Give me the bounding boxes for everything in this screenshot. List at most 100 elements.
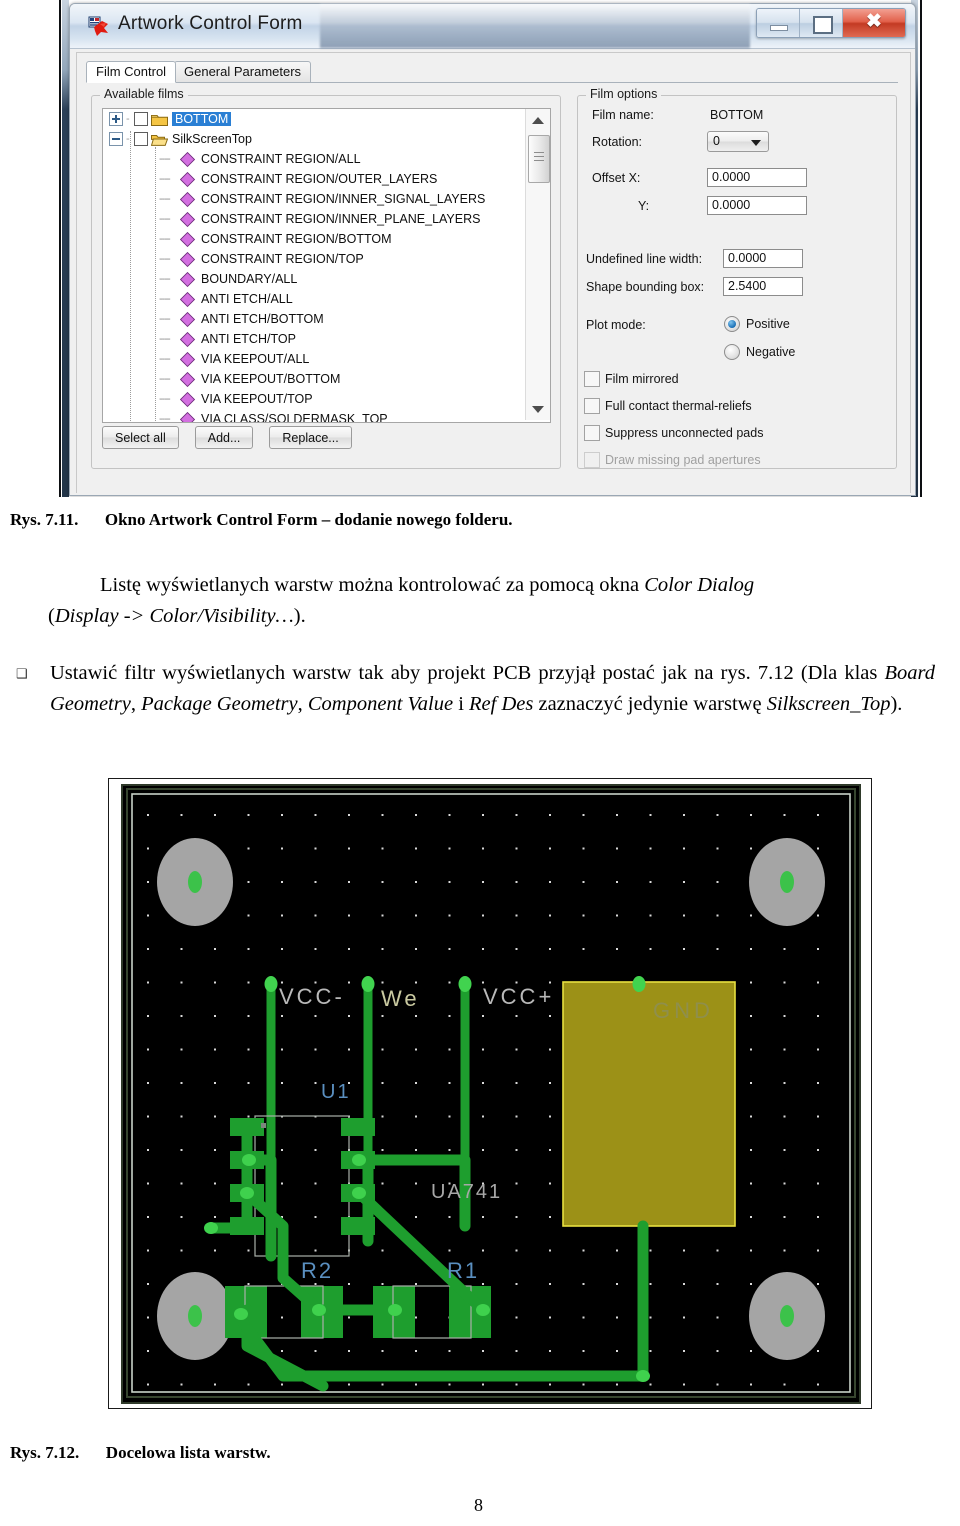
film-options-legend: Film options (586, 87, 662, 101)
tree-vertical-scrollbar[interactable] (525, 109, 550, 420)
tree-leaf[interactable]: ---- CONSTRAINT REGION/BOTTOM (103, 229, 523, 249)
tree-leaf[interactable]: ---- ANTI ETCH/BOTTOM (103, 309, 523, 329)
tree-checkbox[interactable] (134, 132, 148, 146)
diamond-icon (179, 371, 196, 387)
suppress-unconnected-pads-checkbox[interactable] (584, 425, 600, 441)
select-all-button[interactable]: Select all (102, 426, 179, 449)
tab-general-parameters[interactable]: General Parameters (174, 61, 312, 83)
tree-item-label: SilkScreenTop (172, 132, 252, 146)
scroll-up-icon[interactable] (526, 109, 550, 131)
diamond-icon (179, 391, 196, 407)
tree-item-label: CONSTRAINT REGION/ALL (201, 152, 361, 166)
tree-leaf[interactable]: ---- CONSTRAINT REGION/TOP (103, 249, 523, 269)
tree-item-label: VIA KEEPOUT/TOP (201, 392, 313, 406)
tree-leaf[interactable]: ---- CONSTRAINT REGION/OUTER_LAYERS (103, 169, 523, 189)
diamond-icon (179, 271, 196, 287)
maximize-icon (813, 16, 833, 34)
tree-item-label: VIA KEEPOUT/ALL (201, 352, 310, 366)
tree-dash: ---- (159, 173, 171, 185)
paragraph-2-text-f: ). (890, 693, 903, 715)
tree-leaf[interactable]: ---- CONSTRAINT REGION/INNER_PLANE_LAYERS (103, 209, 523, 229)
window-buttons: ✖ (756, 8, 906, 38)
collapse-minus-icon[interactable] (109, 132, 123, 146)
offset-y-label: Y: (638, 199, 650, 213)
full-contact-thermal-reliefs-checkbox[interactable] (584, 398, 600, 414)
tree-leaf[interactable]: ---- VIA KEEPOUT/BOTTOM (103, 369, 523, 389)
tree-item-label: ANTI ETCH/BOTTOM (201, 312, 324, 326)
available-films-group: Available films - BOTTOM - SilkScreenTop… (91, 87, 561, 469)
undefined-line-width-label: Undefined line width: (586, 252, 703, 266)
replace-button[interactable]: Replace... (269, 426, 352, 449)
window-titlebar: Artwork Control Form ✖ (70, 4, 915, 49)
expand-plus-icon[interactable] (109, 112, 123, 126)
diamond-icon (179, 411, 196, 422)
figure-caption-1-text: Okno Artwork Control Form – dodanie nowe… (104, 510, 513, 529)
tree-leaf[interactable]: ---- VIA KEEPOUT/ALL (103, 349, 523, 369)
diamond-icon (179, 311, 196, 327)
paragraph-2-text-b: , (130, 693, 142, 715)
films-tree[interactable]: - BOTTOM - SilkScreenTop ---- CONSTRAINT… (102, 108, 551, 423)
offset-y-input[interactable]: 0.0000 (707, 196, 807, 215)
rotation-value: 0 (713, 134, 720, 148)
paragraph-2-italic-5: Silkscreen_Top (766, 693, 891, 715)
tree-leaf[interactable]: ---- VIA KEEPOUT/TOP (103, 389, 523, 409)
plot-mode-negative-radio[interactable] (724, 344, 740, 360)
film-mirrored-checkbox[interactable] (584, 371, 600, 387)
tree-checkbox[interactable] (134, 112, 148, 126)
close-button[interactable]: ✖ (843, 9, 905, 37)
undefined-line-width-input[interactable]: 0.0000 (723, 249, 803, 268)
tree-item-bottom[interactable]: - BOTTOM (103, 109, 523, 129)
tree-leaf[interactable]: ---- ANTI ETCH/ALL (103, 289, 523, 309)
close-icon: ✖ (866, 11, 882, 32)
tree-dash: ---- (159, 373, 171, 385)
tree-dash: ---- (159, 413, 171, 423)
shape-bounding-box-input[interactable]: 2.5400 (723, 277, 803, 296)
paragraph-1-text-b: ( (48, 605, 55, 627)
scrollbar-grip (534, 152, 544, 153)
scrollbar-thumb[interactable] (528, 135, 550, 183)
tree-item-silkscreentop[interactable]: - SilkScreenTop (103, 129, 523, 149)
tree-item-label: CONSTRAINT REGION/OUTER_LAYERS (201, 172, 438, 186)
tree-dash: ---- (159, 273, 171, 285)
tree-leaf[interactable]: ---- ANTI ETCH/TOP (103, 329, 523, 349)
paragraph-2-italic-4: Ref Des (469, 693, 534, 715)
label-u1: U1 (321, 1081, 351, 1103)
scroll-down-icon[interactable] (526, 398, 550, 420)
chevron-down-icon (751, 140, 761, 146)
minimize-icon (770, 25, 788, 31)
tree-leaf[interactable]: ---- VIA CLASS/SOLDERMASK_TOP (103, 409, 523, 423)
bullet-marker: ❑ (16, 666, 28, 681)
shape-bounding-box-label: Shape bounding box: (586, 280, 705, 294)
film-name-value: BOTTOM (710, 108, 764, 122)
plot-mode-positive-radio[interactable] (724, 316, 740, 332)
rotation-combobox[interactable]: 0 (707, 131, 769, 152)
available-films-legend: Available films (100, 87, 188, 101)
plot-mode-negative-label: Negative (746, 345, 796, 359)
tree-leaf[interactable]: ---- CONSTRAINT REGION/INNER_SIGNAL_LAYER… (103, 189, 523, 209)
tree-dash: ---- (159, 353, 171, 365)
figure-caption-1-number: Rys. 7.11. (10, 510, 79, 529)
minimize-button[interactable] (757, 9, 800, 37)
offset-x-input[interactable]: 0.0000 (707, 168, 807, 187)
allegro-runner-icon (88, 15, 110, 37)
tab-film-control[interactable]: Film Control (86, 61, 177, 83)
artwork-control-form-screenshot: Artwork Control Form ✖ Film Control Gene… (48, 0, 928, 497)
films-tree-list: - BOTTOM - SilkScreenTop ---- CONSTRAINT… (103, 109, 523, 422)
tree-item-label: ANTI ETCH/TOP (201, 332, 296, 346)
film-name-label: Film name: (592, 108, 654, 122)
full-contact-thermal-reliefs-label: Full contact thermal-reliefs (605, 399, 752, 413)
maximize-button[interactable] (800, 9, 843, 37)
paragraph-1-text-a: Listę wyświetlanych warstw można kontrol… (100, 574, 645, 596)
tab-strip: Film Control General Parameters (86, 61, 898, 83)
pcb-layout-drawing: VCC- We VCC+ GND U1 UA741 R2 R1 (123, 786, 859, 1402)
paragraph-2-italic-2: Package Geometry (141, 693, 298, 715)
add-button[interactable]: Add... (194, 426, 254, 449)
diamond-icon (179, 351, 196, 367)
pcb-figure: VCC- We VCC+ GND U1 UA741 R2 R1 (108, 778, 872, 1409)
tree-leaf[interactable]: ---- CONSTRAINT REGION/ALL (103, 149, 523, 169)
tree-leaf[interactable]: ---- BOUNDARY/ALL (103, 269, 523, 289)
window-client-area: Film Control General Parameters Availabl… (76, 52, 911, 493)
tree-item-label: CONSTRAINT REGION/BOTTOM (201, 232, 392, 246)
tree-dash: ---- (159, 213, 171, 225)
paragraph-2-text-e: zaznaczyć jedynie warstwę (533, 693, 767, 715)
